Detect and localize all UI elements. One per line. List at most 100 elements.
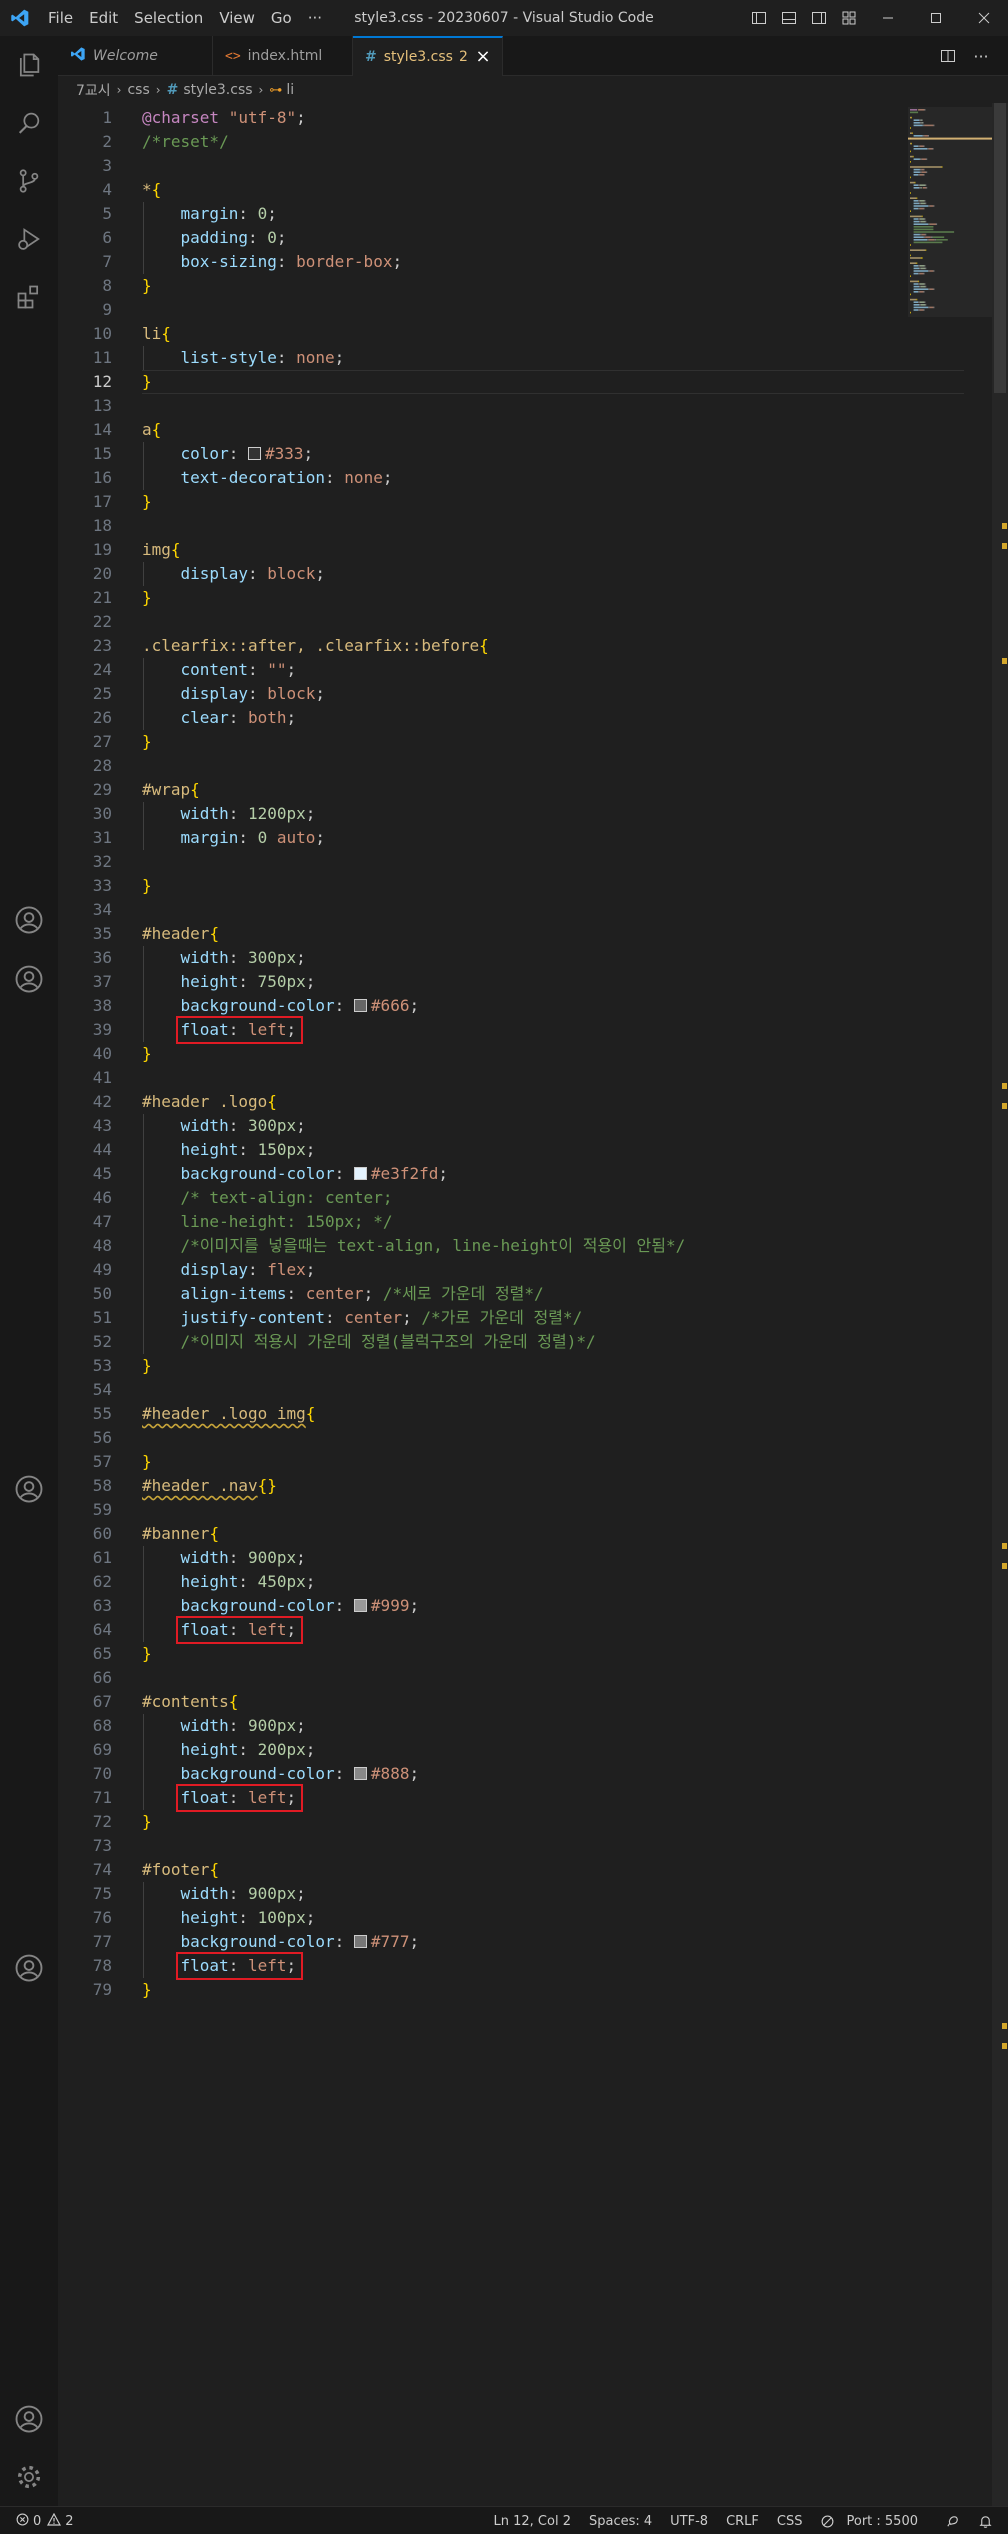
code-line[interactable]: 9 xyxy=(58,298,913,322)
code-line[interactable]: 68 width: 900px; xyxy=(58,1714,913,1738)
code-line[interactable]: 10 li{ xyxy=(58,322,913,346)
code-line[interactable]: 6 padding: 0; xyxy=(58,226,913,250)
source-control-icon[interactable] xyxy=(0,152,58,210)
breadcrumb-folder[interactable]: 7교시 xyxy=(76,80,111,100)
menu-go[interactable]: Go xyxy=(263,0,300,36)
breadcrumb-folder[interactable]: css xyxy=(127,82,149,98)
close-window-icon[interactable] xyxy=(960,0,1008,36)
breadcrumb-file[interactable]: style3.css xyxy=(183,82,252,98)
account-icon[interactable] xyxy=(0,891,58,949)
extensions-icon[interactable] xyxy=(0,268,58,326)
code-line[interactable]: 46 /* text-align: center; xyxy=(58,1186,913,1210)
code-line[interactable]: 2 /*reset*/ xyxy=(58,130,913,154)
menu-more[interactable]: ··· xyxy=(300,0,330,36)
code-line[interactable]: 65} xyxy=(58,1642,913,1666)
code-line[interactable]: 57} xyxy=(58,1450,913,1474)
code-line[interactable]: 79} xyxy=(58,1978,913,2002)
live-server-port[interactable]: Port : 5500 xyxy=(812,2514,937,2529)
breadcrumb-symbol[interactable]: li xyxy=(286,82,294,98)
code-line[interactable]: 56 xyxy=(58,1426,913,1450)
code-line[interactable]: 77 background-color: #777; xyxy=(58,1930,913,1954)
code-line[interactable]: 73 xyxy=(58,1834,913,1858)
code-line[interactable]: 75 width: 900px; xyxy=(58,1882,913,1906)
account-icon[interactable] xyxy=(0,2390,58,2448)
code-line[interactable]: 7 box-sizing: border-box; xyxy=(58,250,913,274)
toggle-panel-icon[interactable] xyxy=(774,0,804,36)
menu-edit[interactable]: Edit xyxy=(81,0,126,36)
menu-view[interactable]: View xyxy=(211,0,263,36)
minimap[interactable] xyxy=(908,103,998,403)
split-editor-icon[interactable] xyxy=(933,36,963,76)
code-line[interactable]: 59 xyxy=(58,1498,913,1522)
code-line[interactable]: 72} xyxy=(58,1810,913,1834)
minimize-icon[interactable] xyxy=(864,0,912,36)
code-line[interactable]: 25 display: block; xyxy=(58,682,913,706)
code-line[interactable]: 66 xyxy=(58,1666,913,1690)
code-line[interactable]: 32 xyxy=(58,850,913,874)
color-swatch[interactable] xyxy=(353,999,367,1012)
color-swatch[interactable] xyxy=(353,1599,367,1612)
tab-style3-css[interactable]: # style3.css 2 × xyxy=(353,36,503,76)
code-line[interactable]: 29 #wrap{ xyxy=(58,778,913,802)
cursor-position[interactable]: Ln 12, Col 2 xyxy=(485,2514,580,2529)
color-swatch[interactable] xyxy=(353,1935,367,1948)
code-line[interactable]: 55 #header .logo img{ xyxy=(58,1402,913,1426)
code-line[interactable]: 63 background-color: #999; xyxy=(58,1594,913,1618)
code-line[interactable]: 76 height: 100px; xyxy=(58,1906,913,1930)
code-line[interactable]: 19 img{ xyxy=(58,538,913,562)
encoding[interactable]: UTF-8 xyxy=(661,2514,717,2529)
code-line[interactable]: 60 #banner{ xyxy=(58,1522,913,1546)
code-line[interactable]: 37 height: 750px; xyxy=(58,970,913,994)
code-line[interactable]: 1 @charset "utf-8"; xyxy=(58,106,913,130)
code-line[interactable]: 22 xyxy=(58,610,913,634)
code-line[interactable]: 4 *{ xyxy=(58,178,913,202)
run-and-debug-icon[interactable] xyxy=(0,210,58,268)
code-line[interactable]: 21} xyxy=(58,586,913,610)
code-line[interactable]: 28 xyxy=(58,754,913,778)
code-line[interactable]: 70 background-color: #888; xyxy=(58,1762,913,1786)
code-line[interactable]: 12} xyxy=(58,370,964,394)
customize-layout-icon[interactable] xyxy=(834,0,864,36)
menu-selection[interactable]: Selection xyxy=(126,0,211,36)
code-line[interactable]: 24 content: ""; xyxy=(58,658,913,682)
notifications-bell-icon[interactable] xyxy=(969,2514,1002,2529)
code-line[interactable]: 5 margin: 0; xyxy=(58,202,913,226)
editor-scrollbar[interactable] xyxy=(992,103,1008,2506)
code-line[interactable]: 61 width: 900px; xyxy=(58,1546,913,1570)
code-line[interactable]: 69 height: 200px; xyxy=(58,1738,913,1762)
explorer-icon[interactable] xyxy=(0,36,58,94)
end-of-line[interactable]: CRLF xyxy=(717,2514,768,2529)
code-editor[interactable]: 1 @charset "utf-8"; 2/*reset*/3 4 *{5 margin… xyxy=(58,103,1008,2506)
indentation[interactable]: Spaces: 4 xyxy=(580,2514,661,2529)
code-line[interactable]: 67 #contents{ xyxy=(58,1690,913,1714)
account-icon[interactable] xyxy=(0,1460,58,1518)
code-line[interactable]: 15 color: #333; xyxy=(58,442,913,466)
code-line[interactable]: 52 /*이미지 적용시 가운데 정렬(블럭구조의 가운데 정렬)*/ xyxy=(58,1330,913,1354)
code-line[interactable]: 41 xyxy=(58,1066,913,1090)
code-line[interactable]: 74 #footer{ xyxy=(58,1858,913,1882)
language-mode[interactable]: CSS xyxy=(768,2514,812,2529)
account-icon[interactable] xyxy=(0,1939,58,1997)
menu-file[interactable]: File xyxy=(40,0,81,36)
code-line[interactable]: 8} xyxy=(58,274,913,298)
code-line[interactable]: 39 float: left; xyxy=(58,1016,913,1044)
code-line[interactable]: 31 margin: 0 auto; xyxy=(58,826,913,850)
maximize-icon[interactable] xyxy=(912,0,960,36)
code-line[interactable]: 26 clear: both; xyxy=(58,706,913,730)
code-line[interactable]: 78 float: left; xyxy=(58,1952,913,1980)
tab-welcome[interactable]: Welcome xyxy=(58,36,213,76)
manage-gear-icon[interactable] xyxy=(0,2448,58,2506)
code-line[interactable]: 20 display: block; xyxy=(58,562,913,586)
problems-indicator[interactable]: 0 2 xyxy=(16,2507,74,2534)
code-line[interactable]: 42 #header .logo{ xyxy=(58,1090,913,1114)
code-line[interactable]: 36 width: 300px; xyxy=(58,946,913,970)
account-icon[interactable] xyxy=(0,950,58,1008)
code-line[interactable]: 53} xyxy=(58,1354,913,1378)
color-swatch[interactable] xyxy=(353,1167,367,1180)
code-line[interactable]: 47 line-height: 150px; */ xyxy=(58,1210,913,1234)
code-line[interactable]: 35 #header{ xyxy=(58,922,913,946)
code-line[interactable]: 34 xyxy=(58,898,913,922)
toggle-primary-sidebar-icon[interactable] xyxy=(744,0,774,36)
code-line[interactable]: 58 #header .nav{} xyxy=(58,1474,913,1498)
code-line[interactable]: 14 a{ xyxy=(58,418,913,442)
